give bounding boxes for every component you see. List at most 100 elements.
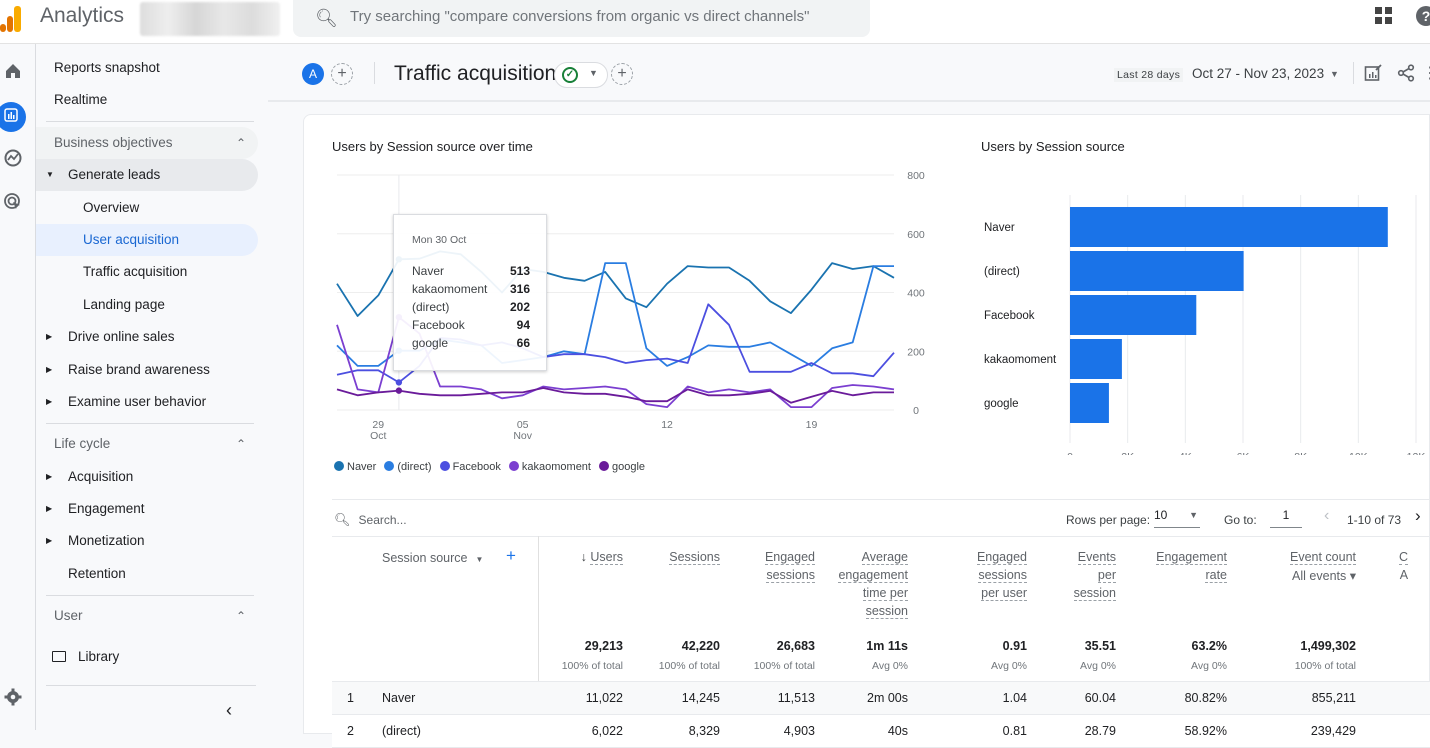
main-content: A + Traffic acquisition ✓ ▼ + Last 28 da… — [268, 44, 1430, 748]
next-page-icon[interactable]: › — [1415, 506, 1421, 526]
add-comparison-icon[interactable]: + — [331, 63, 353, 85]
report-status-button[interactable]: ✓ ▼ — [554, 62, 608, 88]
nav-library[interactable]: Library — [36, 641, 258, 673]
nav-divider — [46, 423, 254, 424]
prev-page-icon[interactable]: ‹ — [1324, 507, 1329, 525]
date-preset-label: Last 28 days — [1114, 68, 1184, 82]
column-header-label: session — [1073, 586, 1116, 601]
column-header[interactable]: Engagement rate — [1156, 548, 1227, 584]
table-cell: 14,245 — [681, 691, 720, 705]
column-header[interactable]: Event count All events ▾ — [1289, 548, 1356, 585]
comparison-avatar[interactable]: A — [302, 63, 324, 85]
nav-reports-snapshot[interactable]: Reports snapshot — [36, 52, 258, 84]
home-icon[interactable] — [2, 62, 24, 84]
nav-label: Monetization — [68, 533, 145, 548]
x-tick-sublabel: Nov — [513, 430, 532, 442]
app-title: Analytics — [40, 4, 125, 27]
legend-item[interactable]: google — [598, 461, 645, 473]
nav-raise-brand-awareness[interactable]: ▶ Raise brand awareness — [36, 354, 258, 386]
tooltip-value: 513 — [509, 264, 530, 278]
settings-icon[interactable] — [2, 688, 24, 710]
nav-landing-page[interactable]: Landing page — [36, 289, 258, 321]
account-selector[interactable] — [140, 2, 280, 36]
collapse-nav-icon[interactable]: ‹ — [226, 700, 232, 721]
nav-generate-leads[interactable]: ▼ Generate leads — [36, 159, 258, 191]
nav-acquisition[interactable]: ▶ Acquisition — [36, 461, 258, 493]
nav-examine-user-behavior[interactable]: ▶ Examine user behavior — [36, 386, 258, 418]
nav-traffic-acquisition[interactable]: Traffic acquisition — [36, 256, 258, 288]
y-tick-label: 200 — [907, 346, 925, 358]
column-header-label: Users — [590, 550, 623, 565]
rows-per-page-label: Rows per page: — [1066, 513, 1151, 527]
nav-label: Examine user behavior — [68, 394, 207, 409]
nav-realtime[interactable]: Realtime — [36, 84, 258, 116]
dimension-selector[interactable]: Session source ▼ — [382, 551, 483, 565]
line-chart-title: Users by Session source over time — [332, 139, 533, 154]
global-search[interactable]: 🔍︎ Try searching "compare conversions fr… — [293, 0, 870, 37]
column-header[interactable]: Events per session — [1073, 548, 1116, 602]
table-row[interactable] — [332, 715, 1430, 747]
search-input[interactable]: Try searching "compare conversions from … — [350, 8, 809, 25]
nav-user-acquisition[interactable]: User acquisition — [36, 224, 258, 256]
advertising-icon[interactable] — [2, 192, 24, 214]
legend-item[interactable]: Naver — [334, 461, 376, 473]
caret-down-icon[interactable]: ▼ — [1330, 69, 1339, 79]
tooltip-date: Mon 30 Oct — [412, 234, 467, 246]
table-cell: 28.79 — [1084, 724, 1116, 738]
category-label: kakaomoment — [984, 354, 1057, 366]
table-search-input[interactable]: Search... — [359, 513, 407, 527]
nav-overview[interactable]: Overview — [36, 192, 258, 224]
row-session-source[interactable]: (direct) — [382, 724, 421, 738]
column-header[interactable]: Engaged sessions per user — [976, 548, 1027, 602]
add-filter-icon[interactable]: + — [611, 63, 633, 85]
event-selector[interactable]: All events ▾ — [1290, 567, 1356, 585]
nav-section-user[interactable]: User ⌃ — [36, 600, 258, 632]
date-range-picker[interactable]: Oct 27 - Nov 23, 2023 — [1192, 66, 1324, 81]
analytics-logo[interactable] — [0, 4, 26, 32]
series-line-google — [336, 387, 894, 404]
more-icon[interactable]: ⋮ — [1420, 64, 1430, 84]
tooltip-value: 94 — [516, 318, 530, 332]
nav-engagement[interactable]: ▶ Engagement — [36, 493, 258, 525]
column-header[interactable]: Average engagement time per session — [838, 548, 908, 620]
column-header[interactable]: Sessions — [669, 548, 720, 566]
rows-per-page-select[interactable]: 10 ▼ — [1154, 508, 1200, 528]
sort-arrow-icon[interactable]: ↓ — [581, 550, 591, 564]
table-search[interactable]: 🔍︎ Search... — [334, 512, 407, 528]
column-header-truncated[interactable]: CA — [1399, 548, 1409, 584]
chevron-up-icon[interactable]: ⌃ — [236, 600, 246, 632]
nav-monetization[interactable]: ▶ Monetization — [36, 525, 258, 557]
nav-retention[interactable]: Retention — [36, 558, 258, 590]
customize-report-icon[interactable] — [1363, 64, 1383, 84]
goto-input[interactable]: 1 — [1270, 508, 1302, 528]
chevron-up-icon[interactable]: ⌃ — [236, 127, 246, 159]
column-total: 29,213 — [584, 639, 623, 653]
column-header[interactable]: Engaged sessions — [764, 548, 815, 584]
column-header-label: Engaged — [976, 550, 1027, 565]
hover-point — [395, 379, 403, 386]
column-header-label: Event count — [1289, 550, 1356, 565]
nav-drive-online-sales[interactable]: ▶ Drive online sales — [36, 321, 258, 353]
help-icon[interactable]: ? — [1416, 6, 1430, 26]
category-label: google — [984, 398, 1019, 410]
share-icon[interactable] — [1396, 64, 1416, 84]
bar-facebook — [1070, 295, 1197, 335]
add-dimension-icon[interactable]: + — [506, 546, 516, 566]
column-header-label: Engagement — [1156, 550, 1227, 565]
column-header[interactable]: ↓ Users — [581, 548, 623, 566]
nav-section-life-cycle[interactable]: Life cycle ⌃ — [36, 428, 258, 460]
chevron-up-icon[interactable]: ⌃ — [236, 428, 246, 460]
legend-item[interactable]: (direct) — [384, 461, 432, 473]
legend-item[interactable]: Facebook — [439, 461, 501, 473]
column-total-sub: 100% of total — [658, 660, 720, 672]
nav-divider — [46, 595, 254, 596]
explore-icon[interactable] — [2, 148, 24, 170]
bar-chart[interactable]: 0 2K 4K 6K 8K 10K 12K Naver (direct) Facebook kaka… — [964, 155, 1430, 455]
nav-section-business-objectives[interactable]: Business objectives ⌃ — [36, 127, 258, 159]
reports-icon[interactable] — [0, 102, 26, 132]
apps-grid-icon[interactable] — [1375, 7, 1393, 25]
row-session-source[interactable]: Naver — [382, 691, 415, 705]
legend-item[interactable]: kakaomoment — [508, 461, 591, 473]
x-tick-sublabel: Oct — [370, 430, 386, 442]
page-info: 1-10 of 73 — [1347, 513, 1402, 527]
